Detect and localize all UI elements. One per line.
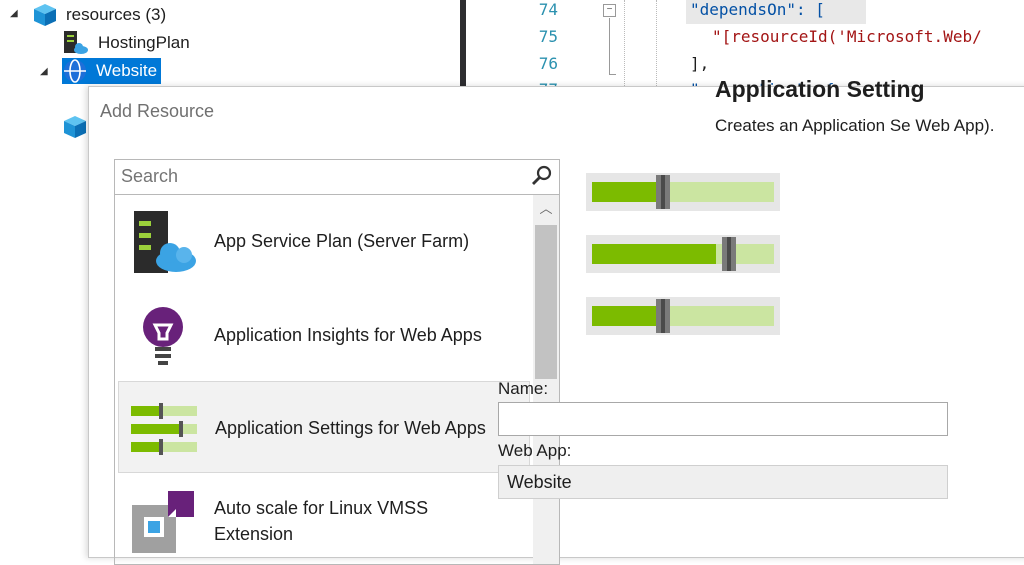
- name-input[interactable]: [498, 402, 948, 436]
- line-number: 75: [538, 27, 558, 46]
- line-number: 76: [538, 54, 558, 73]
- list-item-selected[interactable]: Application Settings for Web Apps: [118, 381, 530, 473]
- server-farm-icon: [134, 211, 196, 273]
- webapp-label: Web App:: [498, 441, 572, 460]
- scroll-up-icon[interactable]: ︿: [533, 195, 559, 223]
- search-icon[interactable]: [531, 165, 553, 187]
- fold-guide: [609, 18, 610, 74]
- list-item-label: App Service Plan (Server Farm): [214, 231, 470, 251]
- tree-node-label: resources (3): [66, 5, 167, 24]
- search-box[interactable]: [114, 159, 560, 195]
- slider-graphic: [586, 173, 780, 211]
- dialog-title: Add Resource: [100, 101, 215, 121]
- search-input[interactable]: [115, 160, 527, 192]
- indent-guide: [624, 0, 626, 88]
- list-item-label: Application Settings for Web Apps: [215, 418, 486, 438]
- detail-description: Creates an Application Se Web App).: [715, 116, 995, 135]
- expand-arrow-icon[interactable]: ◢: [40, 66, 48, 77]
- server-icon: [64, 31, 88, 54]
- lightbulb-icon: [143, 307, 183, 365]
- resource-list[interactable]: App Service Plan (Server Farm) Applicati…: [114, 195, 560, 565]
- indent-guide: [656, 0, 658, 88]
- slider-graphic: [586, 297, 780, 335]
- line-number: 74: [538, 0, 558, 19]
- list-item[interactable]: Application Insights for Web Apps: [118, 289, 530, 381]
- list-item-label: Auto scale for Linux VMSS Extension: [214, 498, 429, 544]
- tree-node-hostingplan[interactable]: HostingPlan: [62, 30, 190, 56]
- cube-icon: [64, 116, 86, 138]
- tree-node-label: Website: [94, 61, 160, 81]
- tree-node-label: HostingPlan: [98, 33, 190, 52]
- expand-arrow-icon[interactable]: ◢: [10, 8, 18, 19]
- webapp-select[interactable]: Website: [498, 465, 948, 499]
- code-line: "dependsOn": [: [690, 0, 825, 19]
- list-item[interactable]: App Service Plan (Server Farm): [118, 195, 530, 287]
- sliders-icon: [131, 403, 197, 455]
- collapse-icon[interactable]: −: [603, 4, 616, 17]
- list-item-label: Application Insights for Web Apps: [214, 325, 482, 345]
- autoscale-icon: [132, 491, 194, 553]
- slider-graphic: [586, 235, 780, 273]
- globe-icon: [64, 59, 86, 83]
- scrollbar-thumb[interactable]: [535, 225, 557, 379]
- fold-guide: [609, 74, 616, 75]
- tree-node-website[interactable]: Website: [62, 58, 162, 84]
- code-line: "[resourceId('Microsoft.Web/: [712, 27, 982, 46]
- name-label: Name:: [498, 379, 549, 398]
- cube-icon: [34, 4, 56, 26]
- detail-title: Application Setting: [715, 76, 925, 102]
- code-line: ],: [690, 54, 710, 73]
- tree-node-resources[interactable]: resources (3): [32, 2, 166, 28]
